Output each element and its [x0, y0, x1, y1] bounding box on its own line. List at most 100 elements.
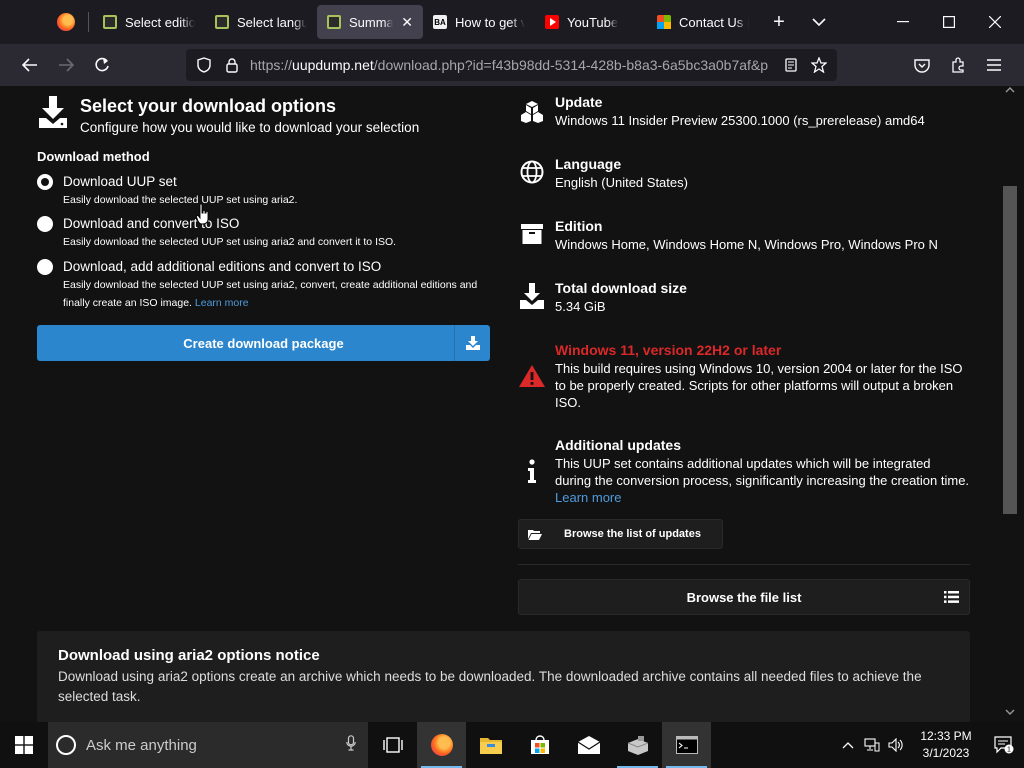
pocket-button[interactable]	[904, 49, 940, 81]
page-subtitle: Configure how you would like to download…	[80, 120, 420, 135]
taskbar-search-box[interactable]: Ask me anything	[48, 722, 368, 768]
page-scrollbar[interactable]	[1002, 86, 1018, 722]
radio-download-add-editions[interactable]	[37, 259, 53, 275]
download-icon	[518, 282, 546, 310]
task-view-button[interactable]	[368, 722, 417, 768]
app-menu-button[interactable]	[976, 49, 1012, 81]
extensions-button[interactable]	[940, 49, 976, 81]
action-center-button[interactable]: 1	[984, 736, 1024, 754]
taskbar-firefox[interactable]	[417, 722, 466, 768]
tab-youtube[interactable]: YouTube	[535, 5, 647, 39]
network-icon[interactable]	[860, 738, 884, 752]
notice-title: Download using aria2 options notice	[58, 647, 320, 664]
reader-view-icon[interactable]	[777, 58, 805, 72]
start-button[interactable]	[0, 722, 48, 768]
bookmark-star-icon[interactable]	[805, 57, 833, 73]
lock-icon[interactable]	[218, 57, 246, 73]
maximize-button[interactable]	[926, 0, 972, 44]
store-bag-icon	[530, 735, 549, 754]
pocket-icon	[914, 58, 930, 73]
microsoft-favicon-icon	[657, 15, 671, 29]
windows-logo-icon	[15, 736, 33, 754]
volume-icon[interactable]	[884, 738, 908, 752]
back-button[interactable]	[12, 49, 48, 81]
task-view-icon	[382, 737, 403, 753]
option-title-convert-iso[interactable]: Download and convert to ISO	[63, 216, 239, 231]
hand-cursor-icon	[196, 203, 209, 225]
uup-favicon-icon	[103, 15, 117, 29]
taskbar-clock[interactable]: 12:33 PM 3/1/2023	[914, 728, 978, 762]
tab-summary[interactable]: Summary ✕	[317, 5, 423, 39]
tab-how-to-get[interactable]: BA How to get v	[423, 5, 535, 39]
learn-more-link[interactable]: Learn more	[195, 297, 249, 309]
forward-arrow-icon	[59, 58, 74, 72]
tab-contact-us[interactable]: Contact Us |	[647, 5, 759, 39]
url-text[interactable]: https://uupdump.net/download.php?id=f43b…	[250, 57, 777, 73]
reload-button[interactable]	[84, 49, 120, 81]
option-desc-add-editions: Easily download the selected UUP set usi…	[63, 279, 478, 309]
maximize-icon	[943, 16, 955, 28]
microphone-icon[interactable]	[346, 735, 356, 755]
svg-text:1: 1	[1007, 747, 1011, 754]
uup-favicon-icon	[327, 15, 341, 29]
close-window-button[interactable]	[972, 0, 1018, 44]
divider	[518, 564, 970, 565]
hamburger-menu-icon	[987, 59, 1001, 71]
cubes-icon	[518, 98, 546, 126]
page-content: Select your download options Configure h…	[0, 86, 1024, 722]
page-header: Select your download options Configure h…	[38, 96, 419, 135]
close-tab-icon[interactable]: ✕	[401, 14, 413, 31]
tab-strip: Select edition Select language Summary ✕…	[0, 0, 1024, 44]
list-icon	[933, 580, 969, 614]
archive-box-icon	[518, 220, 546, 248]
windows-taskbar: Ask me anything 12:33 PM 3/1/2023 1	[0, 722, 1024, 768]
address-bar[interactable]: https://uupdump.net/download.php?id=f43b…	[186, 49, 837, 81]
ba-favicon-icon: BA	[433, 15, 447, 29]
tab-select-edition[interactable]: Select edition	[93, 5, 205, 39]
uup-favicon-icon	[215, 15, 229, 29]
warning-triangle-icon	[518, 362, 546, 390]
list-all-tabs-button[interactable]	[799, 2, 839, 42]
terminal-icon	[675, 736, 698, 754]
tab-select-language[interactable]: Select language	[205, 5, 317, 39]
globe-icon	[518, 158, 546, 186]
back-arrow-icon	[22, 58, 37, 72]
download-icon	[38, 96, 68, 128]
browse-file-list-button[interactable]: Browse the file list	[518, 579, 970, 615]
taskbar-mail[interactable]	[564, 722, 613, 768]
scroll-down-arrow-icon[interactable]	[1002, 708, 1018, 719]
forward-button[interactable]	[48, 49, 84, 81]
notice-text: Download using aria2 options create an a…	[58, 669, 922, 704]
system-tray: 12:33 PM 3/1/2023 1	[836, 722, 1024, 768]
create-download-package-button[interactable]: Create download package	[37, 325, 490, 361]
taskbar-microsoft-store[interactable]	[515, 722, 564, 768]
cortana-icon	[56, 735, 76, 755]
taskbar-command-prompt[interactable]	[662, 722, 711, 768]
radio-download-convert-iso[interactable]	[37, 216, 53, 232]
tracking-protection-shield-icon[interactable]	[190, 57, 218, 73]
aria2-notice-panel: Download using aria2 options notice Down…	[37, 631, 970, 722]
learn-more-link[interactable]: Learn more	[555, 490, 621, 505]
scrollbar-thumb[interactable]	[1003, 186, 1017, 514]
scroll-up-arrow-icon[interactable]	[1002, 86, 1018, 97]
show-hidden-icons-chevron-icon[interactable]	[836, 741, 860, 749]
option-title-uup-set[interactable]: Download UUP set	[63, 174, 177, 189]
minimize-button[interactable]	[880, 0, 926, 44]
chevron-down-icon	[812, 18, 826, 27]
radio-download-uup-set[interactable]	[37, 174, 53, 190]
taskbar-app-installer[interactable]	[613, 722, 662, 768]
page-title: Select your download options	[80, 96, 337, 116]
option-desc-convert-iso: Easily download the selected UUP set usi…	[63, 236, 397, 248]
taskbar-file-explorer[interactable]	[466, 722, 515, 768]
mail-icon	[577, 736, 600, 754]
notification-icon: 1	[994, 736, 1014, 754]
browse-updates-button[interactable]: Browse the list of updates	[518, 519, 723, 549]
new-tab-button[interactable]: +	[759, 2, 799, 42]
puzzle-piece-icon	[952, 57, 964, 73]
option-title-add-editions[interactable]: Download, add additional editions and co…	[63, 259, 381, 274]
firefox-icon	[57, 13, 75, 31]
reload-icon	[95, 57, 109, 72]
minimize-icon	[897, 21, 909, 23]
firefox-view-button[interactable]	[44, 0, 88, 44]
download-icon	[454, 325, 490, 361]
